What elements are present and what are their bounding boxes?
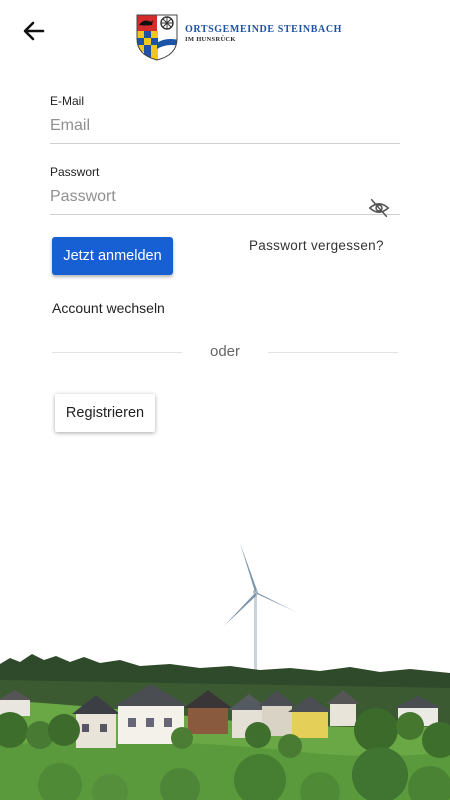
password-input[interactable] [50,183,400,215]
wind-turbine-tower [254,592,257,678]
divider-left [52,352,182,353]
back-arrow-icon[interactable] [20,18,48,44]
divider-right [268,352,398,353]
municipality-logo: Ortsgemeinde Steinbach im Hunsrück [135,13,342,61]
village-landscape-illustration [0,530,450,805]
forgot-password-link[interactable]: Passwort vergessen? [249,238,384,253]
email-label: E-Mail [50,94,85,108]
switch-account-link[interactable]: Account wechseln [52,300,165,316]
login-button[interactable]: Jetzt anmelden [52,237,173,275]
logo-subtitle: im Hunsrück [185,36,236,43]
password-field-group: Passwort [50,165,400,218]
divider-label: oder [209,343,241,360]
coat-of-arms-icon [135,13,179,61]
eye-off-icon[interactable] [368,197,390,219]
register-button[interactable]: Registrieren [55,394,155,432]
password-label: Passwort [50,165,100,179]
email-field-group: E-Mail [50,94,400,144]
email-input[interactable] [50,112,400,144]
logo-title: Ortsgemeinde Steinbach [185,24,343,35]
